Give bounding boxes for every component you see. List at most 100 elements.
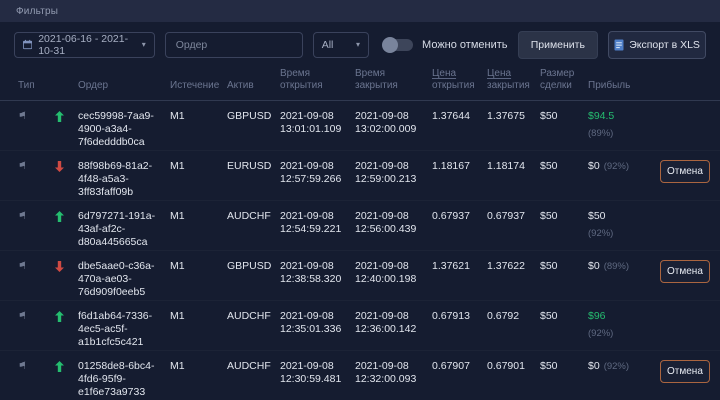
chevron-down-icon: ▾ [142,40,146,49]
profit-percent: (89%) [604,261,629,272]
open-time-cell: 2021-09-08 12:57:59.266 [280,160,355,186]
open-date: 2021-09-08 [280,110,355,123]
cancel-button[interactable]: Отмена [660,360,710,383]
type-cell: ⚑ [18,110,55,123]
flag-icon: ⚑ [18,360,27,373]
trade-size: $50 [540,210,588,223]
open-time: 12:38:58.320 [280,273,355,286]
cancellable-toggle[interactable] [383,39,413,51]
open-price: 0.67937 [432,210,487,223]
table-body: ⚑ cec59998-7aa9-4900-a3a4-7f6dedddb0ca M… [0,101,720,400]
open-time: 12:35:01.336 [280,323,355,336]
open-time-cell: 2021-09-08 12:38:58.320 [280,260,355,286]
action-cell: Отмена [660,160,720,183]
direction-icon [55,110,78,122]
type-cell: ⚑ [18,260,55,273]
filters-bar: 2021-06-16 - 2021-10-31 ▾ All ▾ Можно от… [0,22,720,58]
trade-size: $50 [540,110,588,123]
column-header: Ценаоткрытия [432,68,487,92]
trade-size: $50 [540,310,588,323]
close-date: 2021-09-08 [355,260,432,273]
close-price: 1.18174 [487,160,540,173]
cancellable-filter: Можно отменить [383,39,507,51]
flag-icon: ⚑ [18,110,27,123]
open-time: 12:54:59.221 [280,223,355,236]
type-cell: ⚑ [18,160,55,173]
profit: $50(92%) [588,210,660,240]
direction-icon [55,210,78,222]
column-header: Времяоткрытия [280,68,355,92]
asset-value: EURUSD [227,160,280,173]
order-id: cec59998-7aa9-4900-a3a4-7f6dedddb0ca [78,110,170,149]
close-time: 13:02:00.009 [355,123,432,136]
close-date: 2021-09-08 [355,110,432,123]
open-time: 12:57:59.266 [280,173,355,186]
date-range-picker[interactable]: 2021-06-16 - 2021-10-31 ▾ [14,32,155,58]
profit: $0 (89%) [588,260,660,273]
trade-size: $50 [540,260,588,273]
open-time: 13:01:01.109 [280,123,355,136]
close-price: 0.67937 [487,210,540,223]
close-date: 2021-09-08 [355,310,432,323]
trade-size: $50 [540,360,588,373]
close-time: 12:40:00.198 [355,273,432,286]
open-date: 2021-09-08 [280,210,355,223]
table-row: ⚑ f6d1ab64-7336-4ec5-ac5f-a1b1cfc5c421 M… [0,301,720,351]
flag-icon: ⚑ [18,210,27,223]
status-select-value: All [322,39,334,51]
order-search-input[interactable] [165,32,303,58]
order-id: f6d1ab64-7336-4ec5-ac5f-a1b1cfc5c421 [78,310,170,349]
open-date: 2021-09-08 [280,360,355,373]
export-xls-label: Экспорт в XLS [629,39,700,51]
open-date: 2021-09-08 [280,260,355,273]
table-row: ⚑ cec59998-7aa9-4900-a3a4-7f6dedddb0ca M… [0,101,720,151]
direction-icon [55,260,78,272]
profit-amount: $96 [588,310,606,322]
profit-percent: (92%) [588,227,660,240]
open-price: 1.37621 [432,260,487,273]
asset-value: AUDCHF [227,310,280,323]
column-header: Истечение [170,80,227,92]
expiration-value: M1 [170,260,227,273]
close-time-cell: 2021-09-08 12:40:00.198 [355,260,432,286]
open-time-cell: 2021-09-08 13:01:01.109 [280,110,355,136]
date-range-value: 2021-06-16 - 2021-10-31 [38,33,136,57]
document-xls-icon [614,39,624,51]
asset-value: AUDCHF [227,360,280,373]
close-price: 1.37675 [487,110,540,123]
close-time-cell: 2021-09-08 12:56:00.439 [355,210,432,236]
profit-amount: $0 [588,260,600,272]
close-time: 12:59:00.213 [355,173,432,186]
profit-amount: $94.5 [588,110,614,122]
open-price: 0.67913 [432,310,487,323]
action-cell: Отмена [660,360,720,383]
close-time: 12:36:00.142 [355,323,432,336]
apply-button[interactable]: Применить [518,31,599,59]
table-row: ⚑ 01258de8-6bc4-4fd6-95f9-e1f6e73a9733 M… [0,351,720,400]
calendar-icon [23,39,32,50]
open-date: 2021-09-08 [280,310,355,323]
close-date: 2021-09-08 [355,160,432,173]
profit-amount: $0 [588,360,600,372]
cancel-button[interactable]: Отмена [660,160,710,183]
close-price: 0.6792 [487,310,540,323]
close-time-cell: 2021-09-08 12:59:00.213 [355,160,432,186]
export-xls-button[interactable]: Экспорт в XLS [608,31,706,59]
open-price: 1.18167 [432,160,487,173]
order-id: dbe5aae0-c36a-470a-ae03-76d909f0eeb5 [78,260,170,299]
type-cell: ⚑ [18,210,55,223]
expiration-value: M1 [170,160,227,173]
asset-value: GBPUSD [227,260,280,273]
close-time-cell: 2021-09-08 12:32:00.093 [355,360,432,386]
cancellable-toggle-label: Можно отменить [422,39,507,51]
expiration-value: M1 [170,360,227,373]
profit-percent: (92%) [588,327,660,340]
open-date: 2021-09-08 [280,160,355,173]
status-select[interactable]: All ▾ [313,32,369,58]
cancel-button[interactable]: Отмена [660,260,710,283]
profit-percent: (89%) [588,127,660,140]
profit: $96 (92%) [588,310,660,340]
expiration-value: M1 [170,210,227,223]
close-date: 2021-09-08 [355,360,432,373]
page-title: Фильтры [16,6,58,17]
